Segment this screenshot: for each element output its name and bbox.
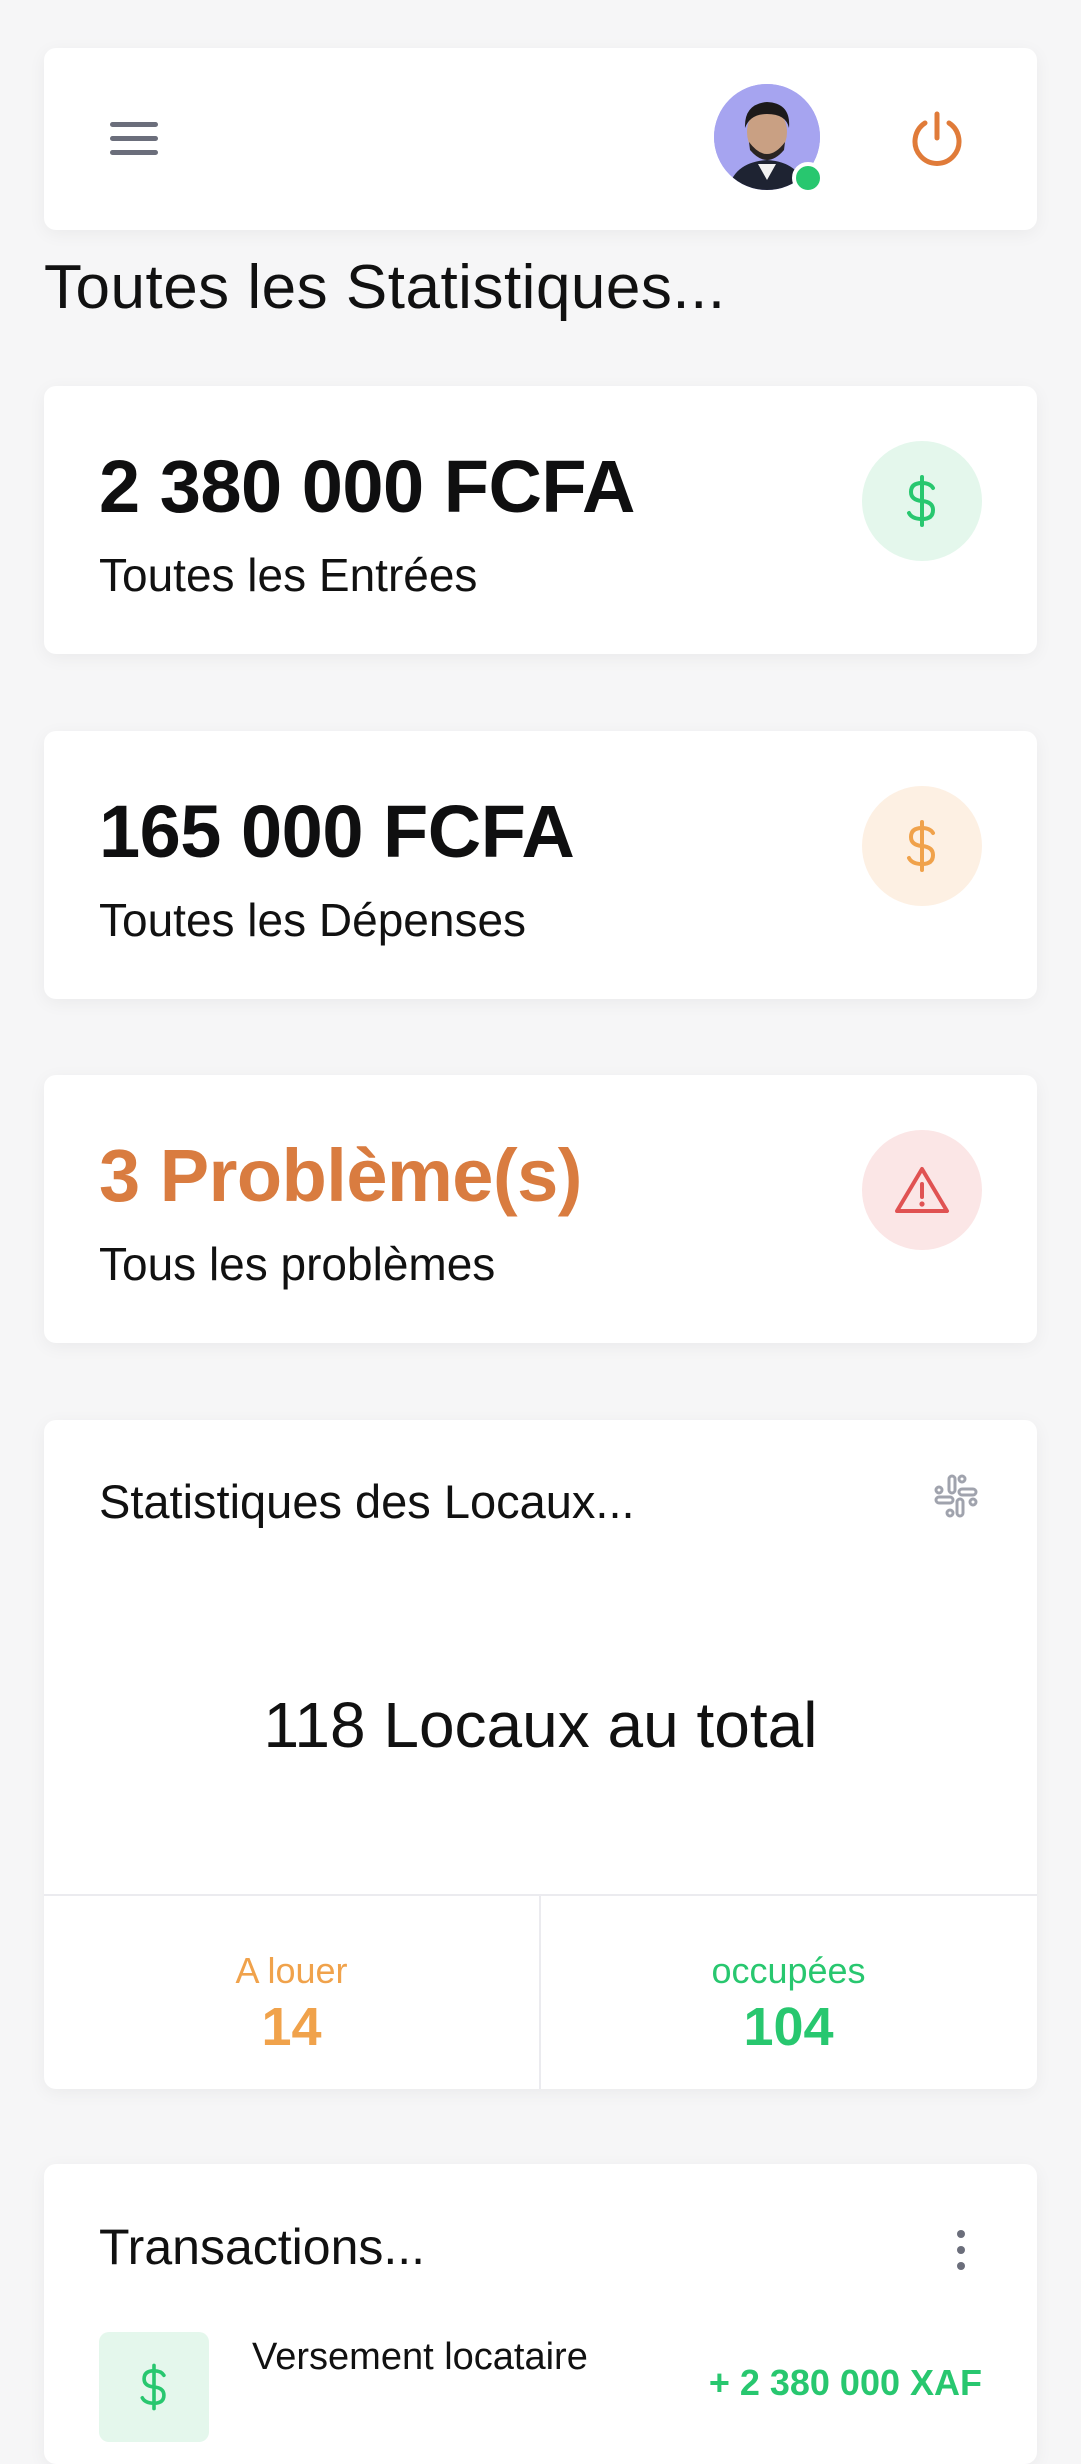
power-icon[interactable] <box>904 106 970 172</box>
a-louer-label: A louer <box>235 1950 348 1991</box>
warning-triangle-icon <box>862 1130 982 1250</box>
locaux-stats-card: Statistiques des Locaux... 118 Locaux au… <box>44 1420 1037 2089</box>
expenses-value: 165 000 FCFA <box>99 790 575 873</box>
transactions-title: Transactions... <box>99 2219 426 2275</box>
top-bar <box>44 48 1037 230</box>
locaux-total: 118 Locaux au total <box>263 1689 818 1761</box>
locaux-title: Statistiques des Locaux... <box>99 1475 635 1528</box>
income-value: 2 380 000 FCFA <box>99 445 635 528</box>
dollar-icon <box>99 2332 209 2442</box>
dollar-icon <box>862 786 982 906</box>
transaction-amount: + 2 380 000 XAF <box>708 2362 982 2403</box>
occupees-value: 104 <box>743 1997 834 2057</box>
a-louer-value: 14 <box>261 1997 322 2057</box>
income-card[interactable]: 2 380 000 FCFA Toutes les Entrées <box>44 386 1037 654</box>
income-label: Toutes les Entrées <box>99 549 478 601</box>
a-louer-stat: A louer 14 <box>44 1894 539 2089</box>
problems-value: 3 Problème(s) <box>99 1134 582 1217</box>
transactions-card: Transactions... Versement locataire + 2 … <box>44 2164 1037 2464</box>
page-title: Toutes les Statistiques... <box>44 253 726 322</box>
transaction-description: Versement locataire <box>252 2336 588 2378</box>
problems-label: Tous les problèmes <box>99 1238 496 1290</box>
occupees-label: occupées <box>711 1950 866 1991</box>
occupees-stat: occupées 104 <box>541 1894 1036 2089</box>
online-status-dot <box>792 162 824 194</box>
problems-card[interactable]: 3 Problème(s) Tous les problèmes <box>44 1075 1037 1343</box>
more-options-icon[interactable] <box>949 2226 973 2276</box>
dollar-icon <box>862 441 982 561</box>
hamburger-menu-icon[interactable] <box>104 110 164 166</box>
expenses-card[interactable]: 165 000 FCFA Toutes les Dépenses <box>44 731 1037 999</box>
slack-hash-icon[interactable] <box>932 1472 980 1520</box>
expenses-label: Toutes les Dépenses <box>99 894 527 946</box>
